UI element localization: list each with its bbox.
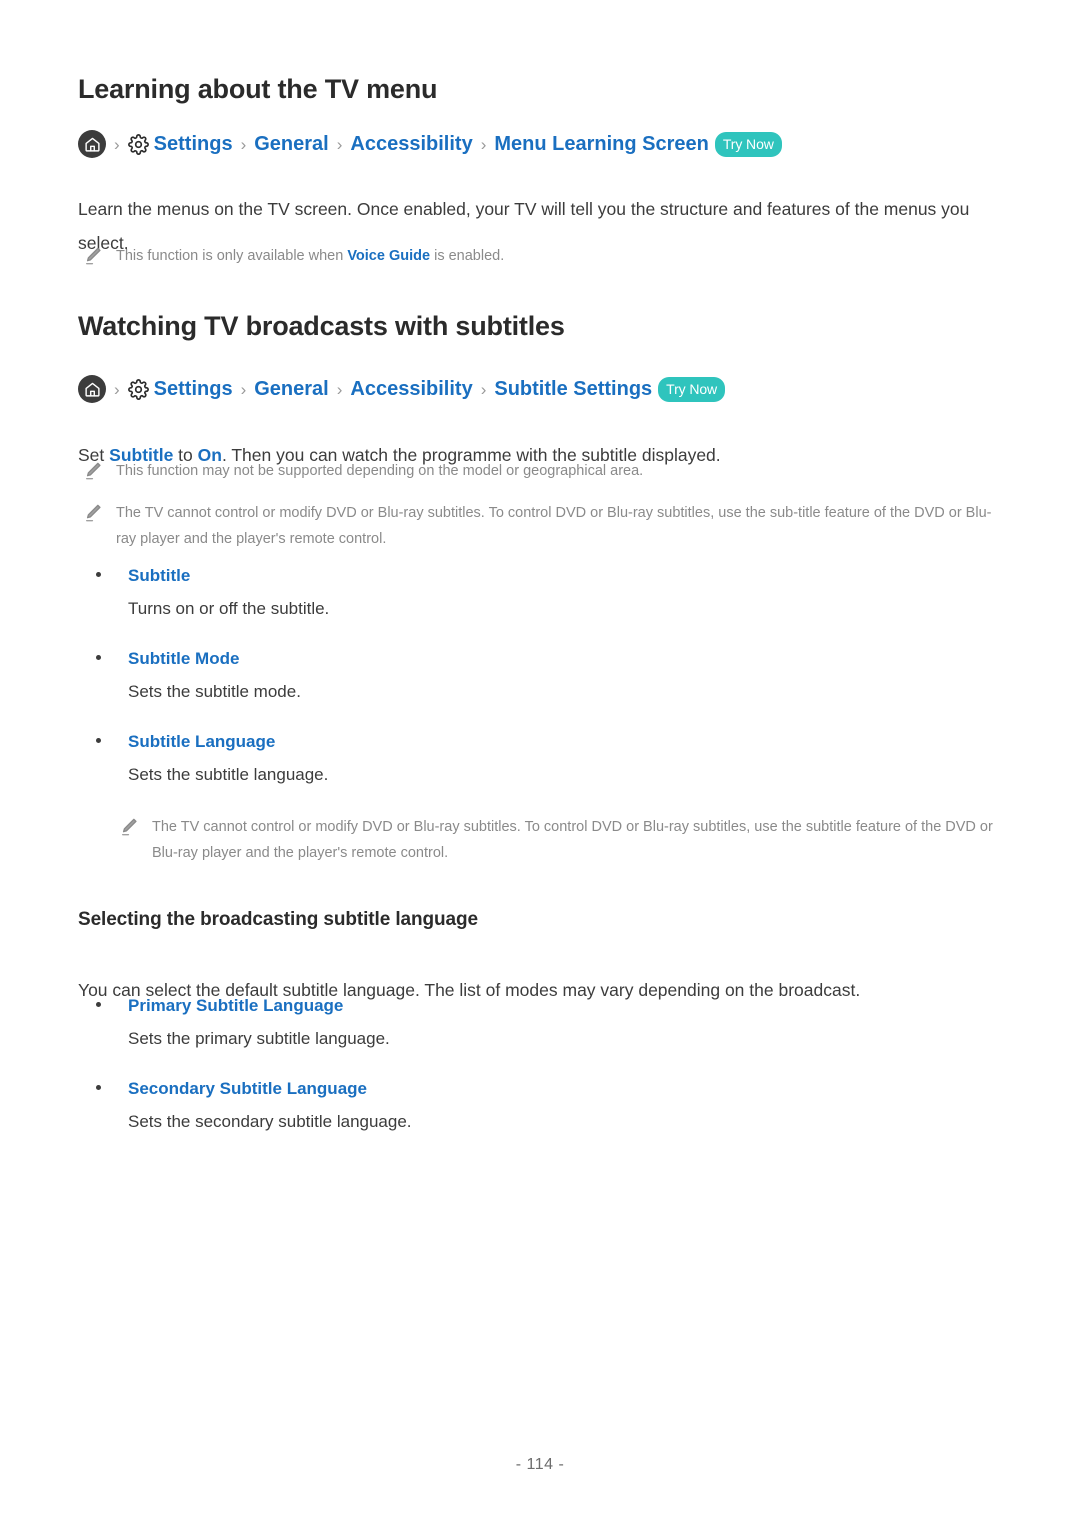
pencil-icon	[120, 817, 138, 839]
subsection-title-selecting-broadcasting-subtitle-language: Selecting the broadcasting subtitle lang…	[78, 909, 478, 930]
breadcrumb-separator-icon: ›	[480, 379, 487, 399]
breadcrumb-item-menu-learning-screen[interactable]: Menu Learning Screen	[494, 133, 709, 156]
pencil-icon	[84, 461, 102, 483]
breadcrumb-separator-icon: ›	[336, 134, 343, 154]
page-number: - 114 -	[515, 1456, 565, 1473]
breadcrumb-subtitle-settings: › Settings › General › Accessibility › S…	[78, 375, 726, 403]
list-item-description: Sets the primary subtitle language.	[128, 1029, 390, 1048]
note-text: The TV cannot control or modify DVD or B…	[152, 819, 993, 861]
pencil-icon	[84, 503, 102, 525]
list-item: Subtitle Mode Sets the subtitle mode.	[96, 649, 301, 705]
bullet-dot-icon	[96, 738, 101, 743]
list-item-label[interactable]: Subtitle Language	[128, 732, 275, 752]
list-item-description: Sets the subtitle language.	[128, 765, 329, 784]
list-item-label[interactable]: Primary Subtitle Language	[128, 996, 343, 1016]
breadcrumb-separator-icon: ›	[114, 379, 120, 399]
note-voice-guide: This function is only available when Voi…	[84, 243, 984, 269]
note-text: This function may not be supported depen…	[116, 463, 644, 479]
home-icon[interactable]	[78, 130, 106, 158]
list-item: Secondary Subtitle Language Sets the sec…	[96, 1079, 412, 1135]
breadcrumb-separator-icon: ›	[480, 134, 487, 154]
breadcrumb-item-settings[interactable]: Settings	[154, 378, 233, 401]
gear-icon[interactable]	[128, 378, 150, 400]
breadcrumb-separator-icon: ›	[240, 379, 247, 399]
list-item: Subtitle Turns on or off the subtitle.	[96, 566, 329, 622]
list-item-label[interactable]: Secondary Subtitle Language	[128, 1079, 367, 1099]
note-text: The TV cannot control or modify DVD or B…	[116, 505, 992, 547]
list-item-description: Sets the secondary subtitle language.	[128, 1112, 412, 1131]
note-text: This function is only available when Voi…	[116, 243, 984, 269]
breadcrumb-item-general[interactable]: General	[254, 133, 328, 156]
breadcrumb-separator-icon: ›	[240, 134, 247, 154]
breadcrumb-item-subtitle-settings[interactable]: Subtitle Settings	[494, 378, 652, 401]
list-item: Primary Subtitle Language Sets the prima…	[96, 996, 390, 1052]
pencil-icon	[84, 246, 102, 268]
note-dvd-bluray-subtitles: The TV cannot control or modify DVD or B…	[84, 500, 999, 552]
breadcrumb-item-accessibility[interactable]: Accessibility	[350, 378, 472, 401]
breadcrumb-item-accessibility[interactable]: Accessibility	[350, 133, 472, 156]
breadcrumb-menu-learning-screen: › Settings › General › Accessibility › M…	[78, 130, 782, 158]
bullet-dot-icon	[96, 572, 101, 577]
breadcrumb-separator-icon: ›	[336, 379, 343, 399]
list-item-header: Subtitle Mode	[96, 649, 301, 669]
list-item-description: Sets the subtitle mode.	[128, 682, 301, 701]
list-item-label[interactable]: Subtitle	[128, 566, 190, 586]
list-item-label[interactable]: Subtitle Mode	[128, 649, 239, 669]
breadcrumb-item-general[interactable]: General	[254, 378, 328, 401]
try-now-badge[interactable]: Try Now	[658, 376, 726, 402]
bullet-dot-icon	[96, 1085, 101, 1090]
breadcrumb-separator-icon: ›	[114, 134, 120, 154]
list-item-header: Subtitle Language	[96, 732, 328, 752]
note-dvd-bluray-subtitles-indented: The TV cannot control or modify DVD or B…	[120, 814, 1005, 866]
home-icon[interactable]	[78, 375, 106, 403]
note-model-support: This function may not be supported depen…	[84, 458, 984, 484]
page-title-learning-about-tv-menu: Learning about the TV menu	[78, 74, 438, 104]
page-title-watching-tv-broadcasts-with-subtitles: Watching TV broadcasts with subtitles	[78, 311, 565, 341]
bullet-dot-icon	[96, 1002, 101, 1007]
breadcrumb-item-settings[interactable]: Settings	[154, 133, 233, 156]
list-item-header: Subtitle	[96, 566, 329, 586]
note-text-before: This function is only available when	[116, 248, 348, 264]
manual-page: Learning about the TV menu › Settings › …	[0, 0, 1080, 1527]
gear-icon[interactable]	[128, 133, 150, 155]
list-item-header: Secondary Subtitle Language	[96, 1079, 412, 1099]
list-item: Subtitle Language Sets the subtitle lang…	[96, 732, 328, 788]
note-text-after: is enabled.	[430, 248, 505, 264]
list-item-header: Primary Subtitle Language	[96, 996, 390, 1016]
try-now-badge[interactable]: Try Now	[714, 131, 782, 157]
bullet-dot-icon	[96, 655, 101, 660]
list-item-description: Turns on or off the subtitle.	[128, 599, 330, 618]
note-link-voice-guide[interactable]: Voice Guide	[347, 248, 430, 264]
